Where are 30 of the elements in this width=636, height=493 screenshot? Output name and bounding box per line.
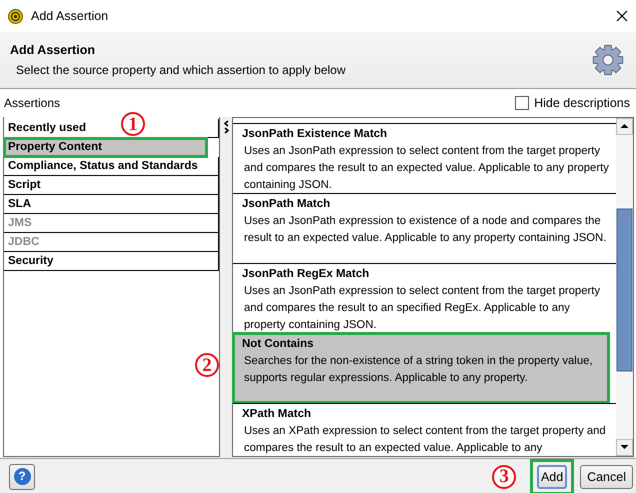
gear-icon	[592, 44, 624, 76]
window-title: Add Assertion	[31, 9, 110, 23]
category-item[interactable]: Compliance, Status and Standards	[4, 157, 219, 176]
section-label: Assertions	[4, 96, 60, 110]
assertion-description: Searches for the non-existence of a string token in the property value, supports regular expressions. Applicable to any property.	[243, 354, 594, 386]
dialog-subtitle: Select the source property and which assertion to apply below	[15, 63, 347, 77]
collapse-arrows-icon[interactable]	[222, 120, 230, 134]
scrollbar[interactable]	[616, 118, 633, 456]
checkbox-label[interactable]: Hide descriptions	[534, 96, 630, 110]
category-item[interactable]: Script	[4, 176, 219, 195]
cancel-button[interactable]: Cancel	[580, 464, 633, 488]
category-item[interactable]: Security	[4, 252, 219, 271]
assertion-description: Uses an JsonPath expression to select content from the target property and compares the result to an specified RegEx. Applicable to any property containing JSON.	[243, 284, 602, 333]
assertion-description: Uses an JsonPath expression to select content from the target property and compares the result to an expected value. Applicable to any property containing JSON.	[243, 144, 610, 193]
assertion-name: XPath Match	[242, 407, 312, 422]
assertion-description: Uses an JsonPath expression to existence of a node and compares the result to an expected value. Applicable to any property containing JSON.	[243, 214, 608, 246]
add-button[interactable]: Add	[537, 464, 568, 488]
category-item[interactable]: SLA	[4, 195, 219, 214]
assertion-name: Not Contains	[242, 337, 315, 352]
close-icon[interactable]	[616, 10, 628, 22]
assertion-description: Uses an XPath expression to select content from the target property and compares the result to an expected value. Applicable to any	[243, 424, 607, 456]
help-button[interactable]: ?	[9, 464, 35, 490]
number-marker: 1	[121, 112, 145, 136]
dialog-heading: Add Assertion	[10, 43, 96, 57]
app-logo-icon	[8, 8, 23, 24]
assertion-name: JsonPath RegEx Match	[242, 267, 370, 282]
assertion-name: JsonPath Existence Match	[242, 127, 388, 142]
assertion-name: JsonPath Match	[242, 197, 332, 212]
checkbox[interactable]	[515, 96, 530, 110]
number-marker: 3	[492, 464, 516, 488]
